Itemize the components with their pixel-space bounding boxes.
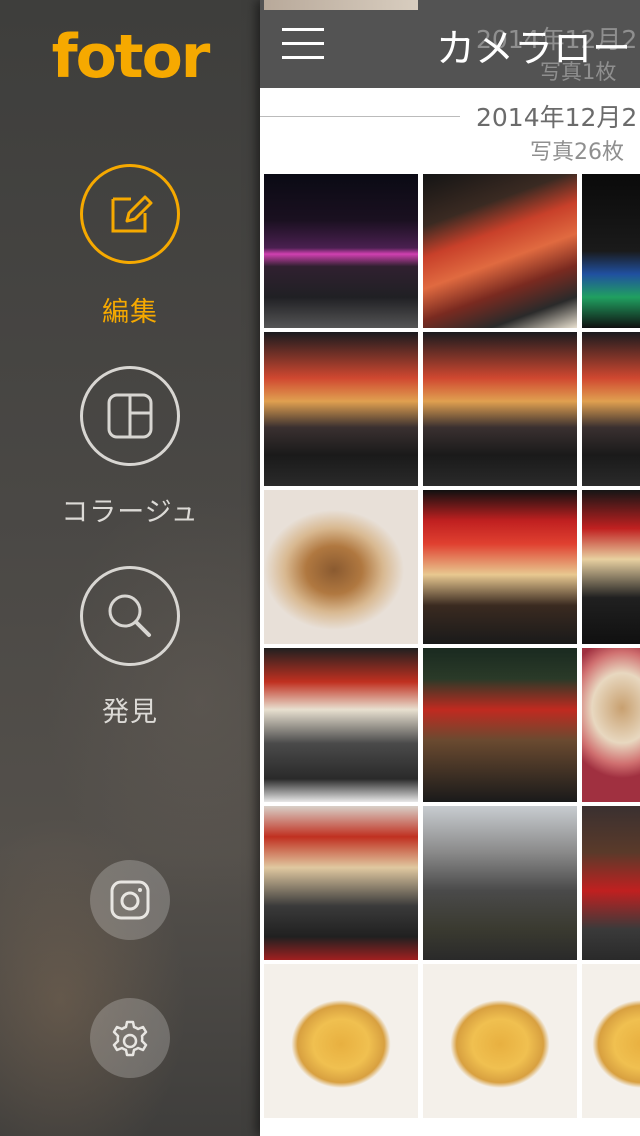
section-date: 2014年12月2 <box>476 103 638 132</box>
photo-thumbnail <box>264 0 418 10</box>
nav-bar: 2014年12月2 写真1枚 カメラロー <box>260 0 640 88</box>
photo-thumbnail[interactable] <box>423 806 577 960</box>
photo-thumbnail[interactable] <box>582 174 640 328</box>
photo-thumbnail[interactable] <box>423 332 577 486</box>
collage-button[interactable] <box>80 366 180 466</box>
photo-thumbnail[interactable] <box>423 648 577 802</box>
photo-thumbnail[interactable] <box>423 964 577 1118</box>
edit-button[interactable] <box>80 164 180 264</box>
photo-thumbnail[interactable] <box>264 806 418 960</box>
photo-thumbnail[interactable] <box>582 806 640 960</box>
discover-button[interactable] <box>80 566 180 666</box>
page-title: カメラロー <box>436 27 632 72</box>
photo-thumbnail[interactable] <box>264 648 418 802</box>
photo-thumbnail[interactable] <box>582 964 640 1118</box>
menu-label-collage: コラージュ <box>61 497 199 528</box>
photo-thumbnail[interactable] <box>264 332 418 486</box>
section-photo-count: 写真26枚 <box>530 140 624 165</box>
edit-icon <box>111 195 153 233</box>
side-menu: fotor 編集 コラージュ 発見 <box>0 0 260 1136</box>
photo-thumbnail[interactable] <box>264 490 418 644</box>
gear-icon <box>112 1020 148 1057</box>
search-icon <box>108 594 151 637</box>
photo-thumbnail[interactable] <box>423 174 577 328</box>
fotor-logo: fotor <box>51 22 211 92</box>
menu-item-edit[interactable]: 編集 <box>0 164 260 334</box>
instagram-button[interactable] <box>90 860 170 940</box>
collage-icon <box>107 393 153 439</box>
settings-button[interactable] <box>90 998 170 1078</box>
menu-label-edit: 編集 <box>102 297 158 328</box>
photo-thumbnail[interactable] <box>582 490 640 644</box>
instagram-icon <box>110 880 150 920</box>
divider <box>260 116 460 117</box>
menu-item-discover[interactable]: 発見 <box>0 566 260 736</box>
photo-thumbnail[interactable] <box>264 964 418 1118</box>
photo-thumbnail[interactable] <box>582 648 640 802</box>
date-section-header: 2014年12月2 写真26枚 <box>260 88 640 170</box>
photo-thumbnail[interactable] <box>423 490 577 644</box>
menu-icon[interactable] <box>282 26 326 62</box>
menu-item-collage[interactable]: コラージュ <box>0 366 260 536</box>
photo-thumbnail[interactable] <box>264 174 418 328</box>
menu-label-discover: 発見 <box>102 697 158 728</box>
photo-thumbnail[interactable] <box>582 332 640 486</box>
camera-roll-panel: 2014年12月2 写真26枚 2014年12月2 写真1枚 カメラロー <box>260 0 640 1136</box>
